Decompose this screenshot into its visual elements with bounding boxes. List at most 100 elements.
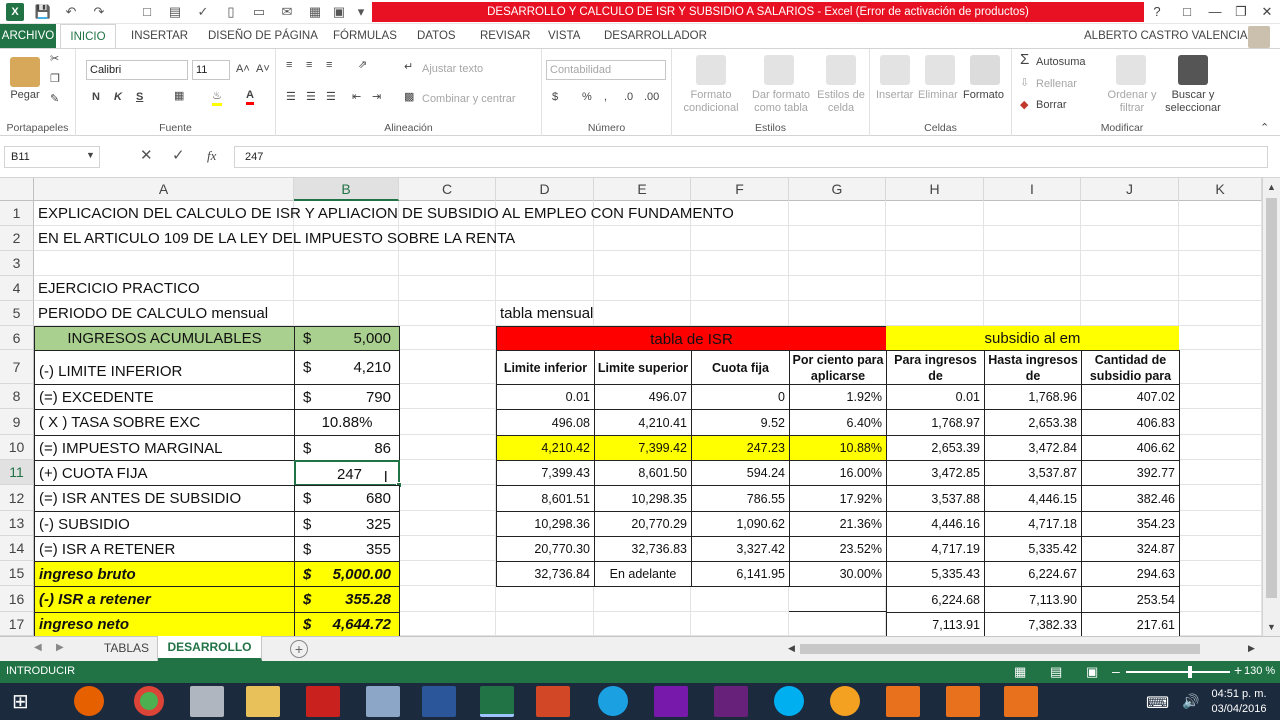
- delete-cells-button[interactable]: Eliminar: [918, 89, 958, 102]
- format-cells-button[interactable]: Formato: [963, 89, 1004, 102]
- fill-color-icon[interactable]: ♨: [212, 90, 222, 106]
- subsidio-table-cell[interactable]: 3,537.88: [886, 485, 985, 512]
- cell-styles-button[interactable]: Estilos de celda: [816, 89, 866, 115]
- wrap-text-button[interactable]: Ajustar texto: [422, 63, 483, 76]
- isr-table-cell[interactable]: 30.00%: [789, 561, 887, 587]
- calc-label[interactable]: INGRESOS ACUMULABLES: [34, 326, 295, 351]
- row-header-3[interactable]: 3: [0, 251, 34, 276]
- grid-cell[interactable]: [789, 251, 886, 276]
- sort-filter-icon[interactable]: [1116, 55, 1146, 85]
- isr-table-cell[interactable]: 3,327.42: [691, 536, 790, 562]
- orientation-icon[interactable]: ⇗: [358, 59, 367, 72]
- grid-cell[interactable]: [1179, 612, 1262, 636]
- isr-table-cell[interactable]: 10,298.35: [594, 485, 692, 512]
- save-icon[interactable]: 💾: [34, 3, 52, 21]
- acrobat-icon[interactable]: [306, 686, 340, 717]
- calc-label[interactable]: (-) LIMITE INFERIOR: [34, 350, 295, 385]
- clear-button[interactable]: Borrar: [1036, 99, 1067, 112]
- delete-cells-icon[interactable]: [925, 55, 955, 85]
- grid-cell[interactable]: [691, 276, 789, 301]
- subsidio-column-header[interactable]: Hasta ingresos de: [984, 350, 1082, 385]
- row-header-8[interactable]: 8: [0, 384, 34, 409]
- row-header-7[interactable]: 7: [0, 350, 34, 384]
- calc-label[interactable]: ingreso bruto: [34, 561, 295, 587]
- calc-label[interactable]: (-) ISR a retener: [34, 586, 295, 613]
- subsidio-column-header[interactable]: Para ingresos de: [886, 350, 985, 385]
- row-header-15[interactable]: 15: [0, 561, 34, 586]
- subsidio-table-cell[interactable]: 4,446.16: [886, 511, 985, 537]
- tabla-mensual-label[interactable]: tabla mensual: [496, 301, 692, 326]
- cancel-icon[interactable]: ✕: [140, 146, 153, 164]
- grid-cell[interactable]: [399, 301, 496, 326]
- calc-label[interactable]: (-) SUBSIDIO: [34, 511, 295, 537]
- grid-cell[interactable]: [496, 251, 594, 276]
- grid-cell[interactable]: [594, 226, 691, 251]
- text-r1[interactable]: EXPLICACION DEL CALCULO DE ISR Y APLIACI…: [34, 201, 734, 226]
- grid-cell[interactable]: [594, 586, 691, 612]
- col-header-c[interactable]: C: [399, 178, 496, 201]
- grid-cell[interactable]: [496, 276, 594, 301]
- printer-app-icon[interactable]: [190, 686, 224, 717]
- subsidio-table-cell[interactable]: 217.61: [1081, 612, 1180, 636]
- wrap-text-icon[interactable]: ↵: [404, 61, 413, 74]
- subsidio-table-title[interactable]: subsidio al em: [886, 326, 1179, 351]
- subsidio-table-cell[interactable]: 1,768.96: [984, 384, 1082, 410]
- grid-cell[interactable]: [1081, 276, 1179, 301]
- subsidio-table-cell[interactable]: 3,472.84: [984, 435, 1082, 461]
- row-header-4[interactable]: 4: [0, 276, 34, 301]
- collapse-ribbon-icon[interactable]: ⌃: [1260, 121, 1269, 134]
- col-header-b[interactable]: B: [294, 178, 399, 201]
- grid-cell[interactable]: [399, 435, 496, 460]
- tab-diseno-pagina[interactable]: DISEÑO DE PÁGINA: [200, 24, 326, 48]
- isr-table-cell[interactable]: 17.92%: [789, 485, 887, 512]
- grid-cell[interactable]: [496, 586, 594, 612]
- underline-button[interactable]: S: [136, 91, 143, 104]
- borders-icon[interactable]: ▦: [174, 90, 184, 103]
- subsidio-table-cell[interactable]: 392.77: [1081, 460, 1180, 486]
- autosum-icon[interactable]: Σ: [1020, 52, 1029, 67]
- tab-vista[interactable]: VISTA: [540, 24, 588, 48]
- isr-table-cell[interactable]: 8,601.50: [594, 460, 692, 486]
- scroll-left-icon[interactable]: ◀: [788, 643, 795, 654]
- zoom-slider-thumb[interactable]: [1188, 666, 1192, 678]
- visual-studio-icon[interactable]: [714, 686, 748, 717]
- grid-cell[interactable]: [399, 536, 496, 561]
- select-all-corner[interactable]: [0, 178, 34, 201]
- new-file-icon[interactable]: ▯: [222, 3, 240, 21]
- isr-table-cell[interactable]: 496.07: [594, 384, 692, 410]
- currency-icon[interactable]: $: [552, 91, 558, 104]
- spelling-icon[interactable]: ✓: [194, 3, 212, 21]
- grid-cell[interactable]: [1179, 301, 1262, 326]
- grid-cell[interactable]: [399, 276, 496, 301]
- redo-icon[interactable]: ↷: [90, 3, 108, 21]
- grid-cell[interactable]: [1179, 226, 1262, 251]
- grow-font-icon[interactable]: A˄: [236, 63, 250, 76]
- horizontal-scrollbar[interactable]: ◀ ▶: [786, 641, 1260, 657]
- isr-table-cell[interactable]: 0.01: [496, 384, 595, 410]
- recorder-icon-1[interactable]: [886, 686, 920, 717]
- firefox-icon[interactable]: [74, 686, 104, 716]
- help-icon[interactable]: ?: [1146, 2, 1168, 22]
- calc-value-cell[interactable]: 247 I: [294, 460, 402, 488]
- row-header-11[interactable]: 11: [0, 460, 34, 485]
- format-cells-icon[interactable]: [970, 55, 1000, 85]
- paste-button[interactable]: Pegar: [4, 89, 46, 102]
- tab-inicio[interactable]: INICIO: [60, 24, 116, 48]
- form-icon[interactable]: ▦: [306, 3, 324, 21]
- cut-icon[interactable]: ✂: [50, 53, 59, 66]
- row-header-1[interactable]: 1: [0, 201, 34, 226]
- align-top-icon[interactable]: ≡: [286, 59, 292, 72]
- grid-cell[interactable]: [1179, 350, 1262, 384]
- grid-cell[interactable]: [399, 251, 496, 276]
- grid-cell[interactable]: [594, 276, 691, 301]
- page-layout-view-icon[interactable]: ▤: [1050, 664, 1062, 680]
- calc-value-cell[interactable]: $4,210: [294, 350, 400, 385]
- print-preview-icon[interactable]: □: [138, 3, 156, 21]
- calc-value-cell[interactable]: $680: [294, 485, 400, 512]
- print-icon[interactable]: ▤: [166, 3, 184, 21]
- insert-cells-button[interactable]: Insertar: [876, 89, 913, 102]
- col-header-d[interactable]: D: [496, 178, 594, 201]
- grid-cell[interactable]: [1081, 201, 1179, 226]
- number-format-select[interactable]: Contabilidad: [546, 60, 666, 80]
- grid-cell[interactable]: [886, 301, 984, 326]
